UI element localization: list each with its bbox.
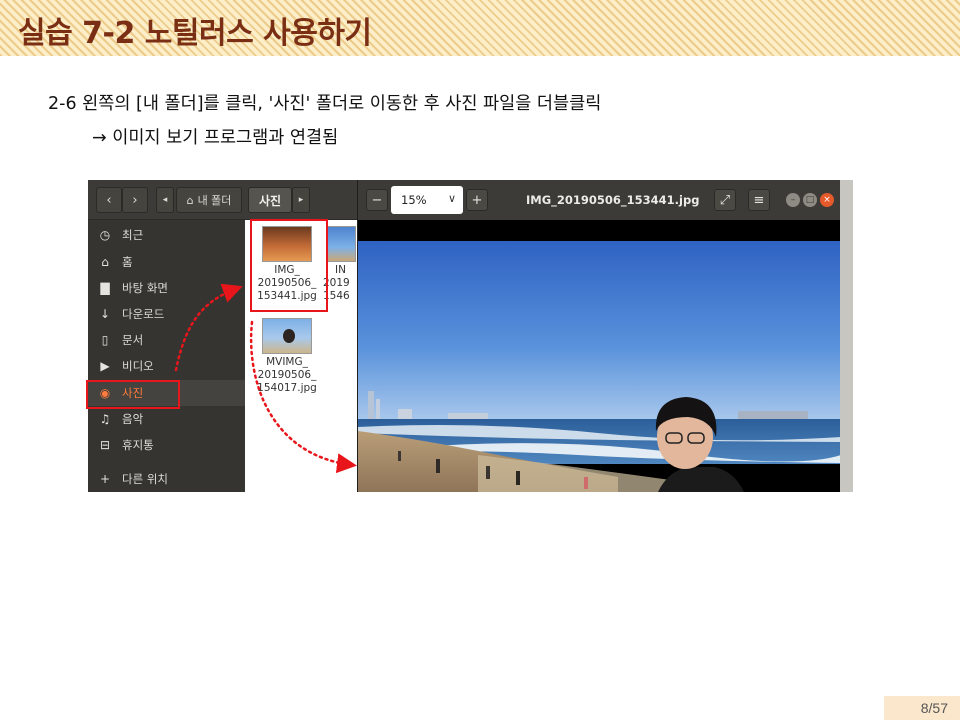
page-number: 8/57 [884, 696, 960, 720]
arrow-to-file [174, 283, 243, 372]
arrow-to-viewer [249, 320, 357, 474]
arrow-overlay [174, 283, 357, 474]
